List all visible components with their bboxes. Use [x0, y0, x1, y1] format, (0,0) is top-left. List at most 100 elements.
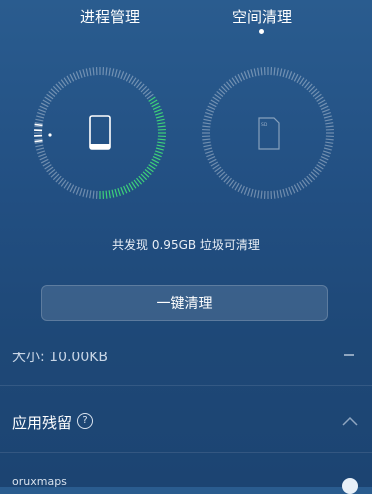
gauge-tick	[280, 190, 282, 198]
gauge-tick	[211, 162, 218, 166]
gauge-tick	[34, 126, 42, 127]
tab-process-management[interactable]: 进程管理	[80, 6, 140, 27]
gauge-tick	[232, 182, 236, 189]
memory-gauge-ring	[33, 66, 167, 200]
gauge-tick	[157, 142, 165, 143]
gauge-tick	[126, 185, 130, 192]
one-click-clean-button[interactable]: 一键清理	[41, 285, 328, 321]
gauge-tick	[280, 68, 282, 76]
gauge-tick	[124, 73, 127, 80]
gauge-tick	[321, 106, 328, 109]
gauge-tick	[129, 76, 133, 83]
gauge-tick	[294, 74, 298, 81]
gauge-tick	[232, 78, 236, 85]
gauge-indicator-tick	[35, 141, 43, 142]
gauge-tick	[37, 113, 45, 115]
gauge-tick	[289, 71, 292, 78]
gauge-tick	[150, 100, 157, 104]
gauge-tick	[150, 162, 157, 166]
gauge-tick	[158, 139, 166, 140]
gauge-tick	[241, 186, 244, 193]
gauge-tick	[118, 188, 120, 196]
gauge-tick	[45, 165, 52, 169]
gauge-tick	[158, 126, 166, 127]
storage-gauge: SD	[201, 66, 335, 200]
gauge-tick	[258, 190, 259, 198]
gauge-tick	[205, 151, 213, 153]
gauge-tick	[153, 157, 160, 160]
top-tabs: 进程管理 空间清理	[0, 0, 372, 40]
gauge-tick	[203, 145, 211, 147]
gauge-tick	[112, 68, 114, 76]
gauge-tick	[318, 100, 325, 104]
gauge-tick	[64, 78, 68, 85]
gauge-tick	[121, 71, 124, 78]
junk-summary: 共发现 0.95GB 垃圾可清理	[0, 236, 372, 253]
gauge-tick	[93, 191, 94, 199]
gauge-dot	[48, 133, 51, 136]
gauge-tick	[35, 123, 43, 124]
selected-check-icon[interactable]	[342, 478, 358, 494]
gauge-tick	[300, 182, 304, 189]
item-size-label: 大小: 10.00KB	[12, 352, 108, 366]
storage-gauge-ring: SD	[201, 66, 335, 200]
gauge-tick	[41, 159, 48, 163]
gauge-tick	[149, 97, 156, 101]
gauge-tick	[132, 78, 136, 85]
gauge-tick	[112, 190, 114, 198]
gauge-tick	[292, 73, 295, 80]
gauge-tick	[80, 188, 82, 196]
gauge-tick	[202, 139, 210, 140]
gauge-tick	[241, 73, 244, 80]
sd-card-icon: SD	[259, 118, 279, 149]
gauge-tick	[251, 189, 253, 197]
gauge-tick	[155, 113, 163, 115]
gauge-tick	[213, 165, 220, 169]
active-tab-indicator	[259, 29, 264, 34]
gauge-tick	[238, 185, 242, 192]
gauge-tick	[274, 67, 275, 75]
app-residue-section-header[interactable]: 应用残留 ?	[0, 402, 372, 442]
chevron-up-icon[interactable]	[342, 416, 358, 426]
gauge-tick	[320, 159, 327, 163]
gauge-tick	[326, 139, 334, 140]
gauge-tick	[36, 116, 44, 118]
gauge-tick	[325, 142, 333, 143]
gauge-tick	[83, 189, 85, 197]
gauge-tick	[261, 191, 262, 199]
gauge-tick	[248, 70, 250, 78]
gauge-tick	[45, 97, 52, 101]
gauge-tick	[286, 70, 288, 78]
gauge-tick	[93, 67, 94, 75]
gauge-tick	[206, 109, 213, 112]
collapse-icon[interactable]	[344, 354, 354, 356]
gauge-tick	[294, 185, 298, 192]
gauge-tick	[37, 151, 45, 153]
gauge-tick	[152, 159, 159, 163]
gauge-tick	[258, 68, 259, 76]
gauge-tick	[132, 182, 136, 189]
gauge-tick	[106, 191, 107, 199]
gauge-tick	[86, 190, 88, 198]
phone-icon	[90, 116, 110, 149]
gauge-tick	[35, 142, 43, 143]
gauge-tick	[277, 190, 278, 198]
help-icon[interactable]: ?	[77, 413, 93, 429]
gauge-tick	[154, 109, 161, 112]
gauge-tick	[208, 106, 215, 109]
gauge-tick	[129, 183, 133, 190]
gauge-tick	[254, 190, 256, 198]
gauge-tick	[277, 68, 278, 76]
gauge-tick	[149, 165, 156, 169]
gauge-tick	[213, 97, 220, 101]
gauge-tick	[205, 113, 213, 115]
gauge-tick	[283, 69, 285, 77]
tab-space-cleanup[interactable]: 空间清理	[232, 6, 292, 27]
gauge-tick	[36, 148, 44, 150]
gauge-tick	[67, 183, 71, 190]
gauge-tick	[118, 70, 120, 78]
list-item[interactable]: oruxmaps	[0, 466, 372, 487]
gauge-tick	[244, 187, 247, 194]
gauge-tick	[35, 119, 43, 121]
gauge-tick	[235, 183, 239, 190]
